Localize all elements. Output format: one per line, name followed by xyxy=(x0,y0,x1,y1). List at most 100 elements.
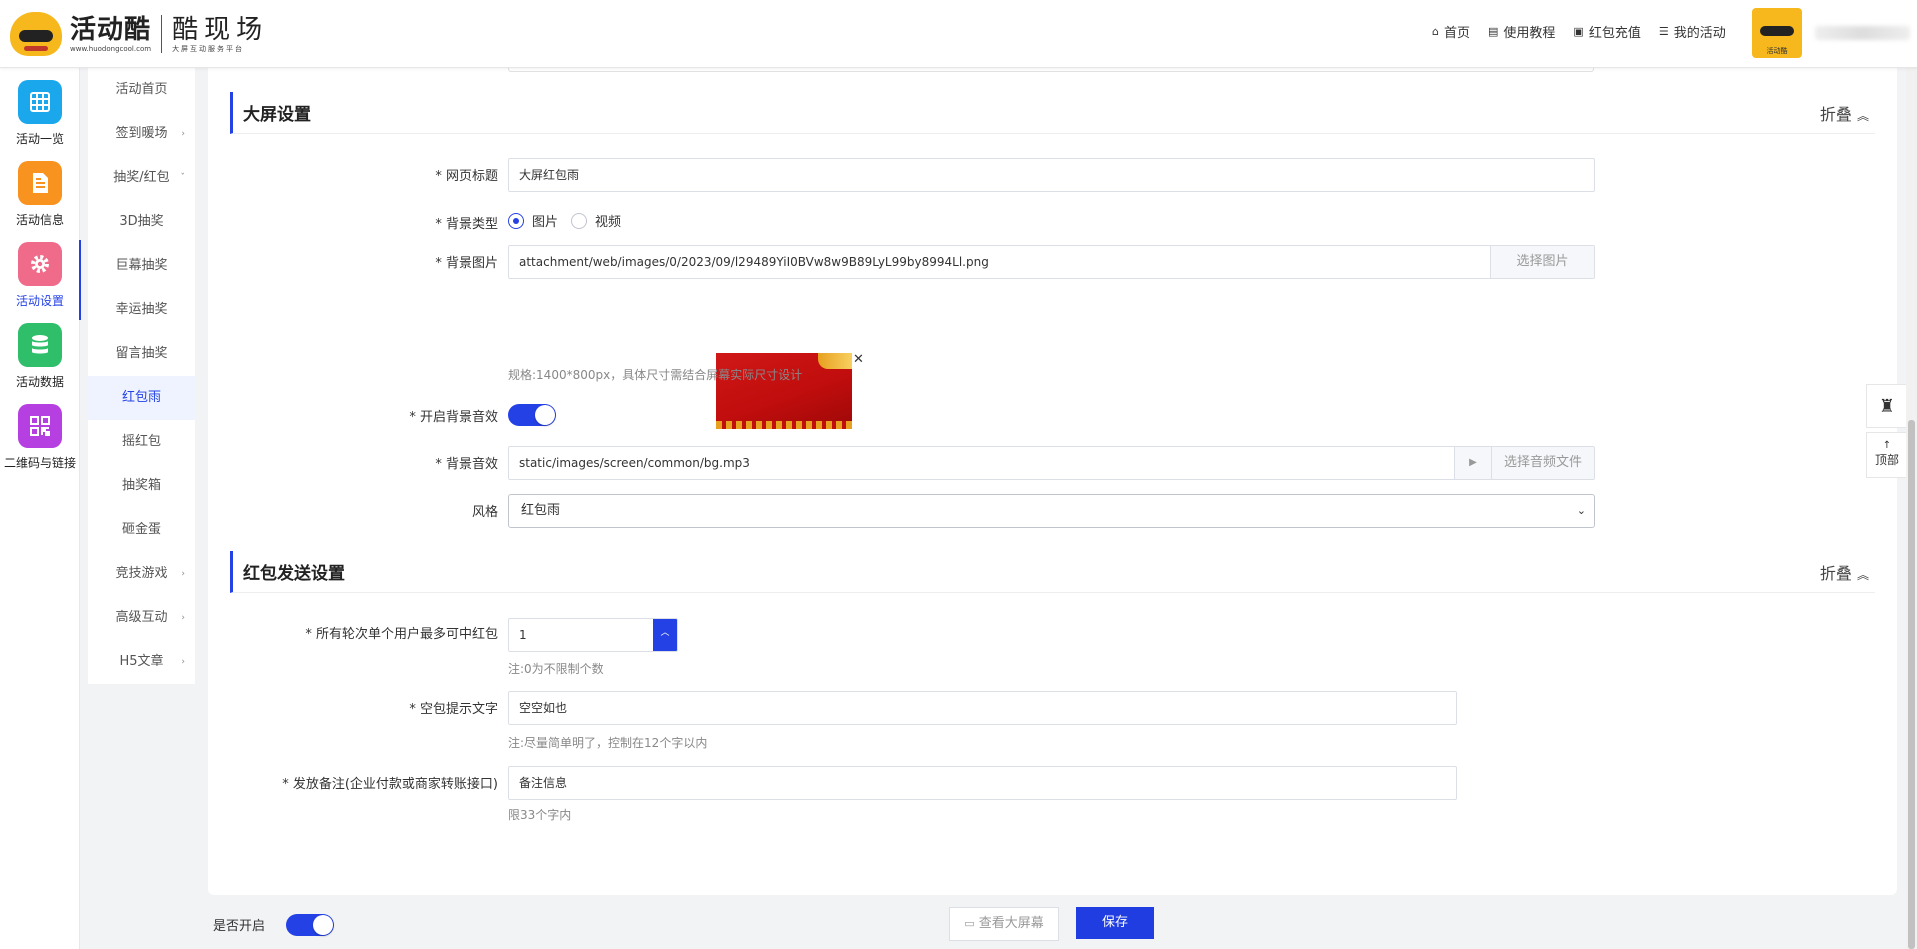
subnav-item[interactable]: 抽奖/红包 ˇ xyxy=(88,156,195,200)
radio-image[interactable]: 图片 xyxy=(508,211,558,230)
brand-logo[interactable]: 活动酷 www.huodongcool.com 酷现场 大屏互动服务平台 xyxy=(10,12,268,56)
sidebar-item-label: 活动一览 xyxy=(15,132,64,146)
preview-screen-button[interactable]: ▭ 查看大屏幕 xyxy=(949,907,1059,941)
preview-button-label: 查看大屏幕 xyxy=(978,916,1044,931)
nav-tutorial[interactable]: ▤ 使用教程 xyxy=(1488,22,1555,41)
subnav-item[interactable]: 活动首页 xyxy=(88,68,195,112)
document-icon xyxy=(18,161,62,205)
bg-music-enable-label: * 开启背景音效 xyxy=(409,410,498,425)
chevron-up-icon[interactable]: ︿ xyxy=(653,619,677,649)
avatar[interactable]: 活动酷 xyxy=(1752,8,1802,58)
active-indicator xyxy=(79,240,81,320)
subnav-item[interactable]: 抽奖箱 xyxy=(88,464,195,508)
bg-image-path: attachment/web/images/0/2023/09/l29489Yi… xyxy=(519,255,989,269)
style-label: 风格 xyxy=(471,505,498,520)
sidebar-item-label: 活动信息 xyxy=(15,213,64,227)
subnav-item[interactable]: 高级互动 › xyxy=(88,596,195,640)
subnav-item-label: 竞技游戏 xyxy=(115,566,168,581)
radio-video[interactable]: 视频 xyxy=(571,211,621,230)
page-scrollbar[interactable] xyxy=(1906,68,1917,949)
save-button[interactable]: 保存 xyxy=(1076,907,1154,939)
bg-music-label: * 背景音效 xyxy=(435,457,498,472)
subnav-item[interactable]: 幸运抽奖 xyxy=(88,288,195,332)
bottom-action-bar: 是否开启 ▭ 查看大屏幕 保存 xyxy=(195,895,1897,949)
toggle-knob xyxy=(535,405,555,425)
select-audio-button[interactable]: 选择音频文件 xyxy=(1491,447,1594,479)
subnav-item[interactable]: 留言抽奖 xyxy=(88,332,195,376)
chevron-down-icon: ˇ xyxy=(180,173,186,183)
fold-toggle[interactable]: 折叠 ︽ xyxy=(1820,560,1869,584)
back-to-top-button[interactable]: ↑ 顶部 xyxy=(1866,432,1908,478)
radio-unchecked-icon xyxy=(571,212,587,229)
max-per-user-input[interactable]: 1 ︿ ﹀ xyxy=(508,618,678,652)
subnav-item[interactable]: 摇红包 xyxy=(88,420,195,464)
remark-input[interactable]: 备注信息 xyxy=(508,766,1457,800)
monitor-icon: ▭ xyxy=(964,917,975,930)
style-select[interactable]: 红包雨 ⌄ xyxy=(508,494,1595,528)
sub-nav: 活动首页 签到暖场 › 抽奖/红包 ˇ 3D抽奖 巨幕抽奖 幸运抽奖 留言抽奖 红包… xyxy=(88,68,195,684)
sidebar-item-data[interactable]: 活动数据 xyxy=(0,321,80,401)
subnav-item-active[interactable]: 红包雨 xyxy=(88,376,195,420)
list-icon: ☰ xyxy=(1658,25,1669,38)
chevrons-up-icon: ︽ xyxy=(1856,109,1869,123)
nav-my-activities[interactable]: ☰ 我的活动 xyxy=(1659,22,1726,41)
toggle-knob xyxy=(313,915,333,935)
subnav-item-label: 签到暖场 xyxy=(115,126,168,141)
close-icon[interactable]: ✕ xyxy=(853,352,864,367)
subnav-item-label: 活动首页 xyxy=(115,82,168,97)
fold-toggle[interactable]: 折叠 ︽ xyxy=(1820,101,1869,125)
bg-image-spec: 规格:1400*800px，具体尺寸需结合屏幕实际尺寸设计 xyxy=(508,368,803,382)
subnav-item[interactable]: 签到暖场 › xyxy=(88,112,195,156)
subnav-item[interactable]: H5文章 › xyxy=(88,640,195,684)
wallet-icon: ▣ xyxy=(1573,25,1584,38)
sidebar-item-qrcode[interactable]: 二维码与链接 xyxy=(0,402,80,482)
logo-tagline: 大屏互动服务平台 xyxy=(172,44,245,53)
page-title-label: * 网页标题 xyxy=(435,169,498,184)
bg-type-label: * 背景类型 xyxy=(435,217,498,232)
subnav-item[interactable]: 竞技游戏 › xyxy=(88,552,195,596)
bg-music-toggle[interactable] xyxy=(508,404,556,426)
chevron-down-icon[interactable]: ﹀ xyxy=(653,649,677,651)
empty-text-input[interactable]: 空空如也 xyxy=(508,691,1457,725)
subnav-item[interactable]: 砸金蛋 xyxy=(88,508,195,552)
enabled-toggle[interactable] xyxy=(286,914,334,936)
subnav-item-label: 巨幕抽奖 xyxy=(115,258,168,273)
play-icon[interactable]: ▶ xyxy=(1454,447,1491,479)
arrow-up-icon: ↑ xyxy=(1882,440,1892,451)
nav-home[interactable]: ⌂ 首页 xyxy=(1432,22,1470,41)
page-title-input[interactable]: 大屏红包雨 xyxy=(508,158,1595,192)
grid-icon xyxy=(18,80,62,124)
bg-music-input[interactable]: static/images/screen/common/bg.mp3 ▶ 选择音… xyxy=(508,446,1595,480)
nav-recharge[interactable]: ▣ 红包充值 xyxy=(1573,22,1640,41)
sidebar-item-overview[interactable]: 活动一览 xyxy=(0,78,80,158)
remark-hint: 限33个字内 xyxy=(508,808,572,822)
username-blurred[interactable] xyxy=(1815,26,1910,40)
logo-divider xyxy=(161,15,163,53)
subnav-item-label: 摇红包 xyxy=(121,434,161,449)
main-sidebar: 活动一览 活动信息 活动设置 活动数据 二维码与链接 xyxy=(0,68,81,949)
subnav-item[interactable]: 3D抽奖 xyxy=(88,200,195,244)
subnav-item-label: H5文章 xyxy=(119,654,164,669)
section-title: 大屏设置 xyxy=(243,105,311,125)
quantity-stepper[interactable]: ︿ ﹀ xyxy=(653,619,677,651)
chevron-right-icon: › xyxy=(181,129,185,139)
bg-image-input[interactable]: attachment/web/images/0/2023/09/l29489Yi… xyxy=(508,245,1595,279)
select-image-button[interactable]: 选择图片 xyxy=(1490,246,1594,278)
chevrons-up-icon: ︽ xyxy=(1856,568,1869,582)
chevron-right-icon: › xyxy=(181,613,185,623)
subnav-item[interactable]: 巨幕抽奖 xyxy=(88,244,195,288)
sidebar-item-label: 二维码与链接 xyxy=(3,456,76,470)
top-nav: ⌂ 首页 ▤ 使用教程 ▣ 红包充值 ☰ 我的活动 xyxy=(1432,22,1726,41)
top-header: 活动酷 www.huodongcool.com 酷现场 大屏互动服务平台 ⌂ 首页… xyxy=(0,0,1917,68)
sidebar-item-label: 活动数据 xyxy=(15,375,64,389)
logo-brand: 酷现场 xyxy=(172,14,269,45)
qrcode-icon xyxy=(18,404,62,448)
scrollbar-thumb[interactable] xyxy=(1908,420,1915,949)
previous-field-edge xyxy=(508,68,1594,72)
sidebar-item-settings[interactable]: 活动设置 xyxy=(0,240,81,320)
sidebar-item-info[interactable]: 活动信息 xyxy=(0,159,80,239)
nav-home-label: 首页 xyxy=(1443,26,1470,41)
qq-contact-button[interactable]: ♜ xyxy=(1866,384,1908,428)
max-per-user-value: 1 xyxy=(519,628,527,642)
logo-url: www.huodongcool.com xyxy=(70,44,152,53)
